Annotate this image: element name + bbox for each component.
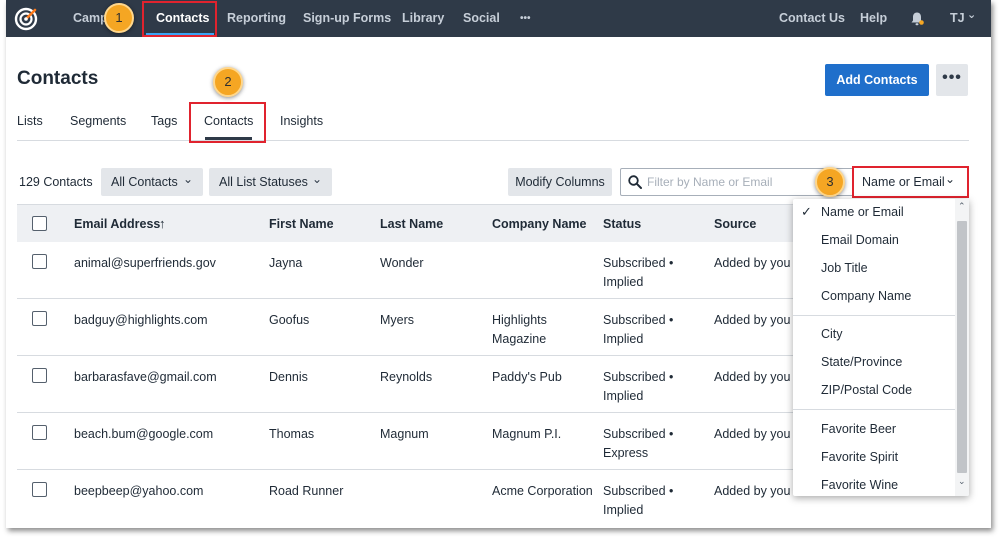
menu-item-zip-postal-code[interactable]: ZIP/Postal Code: [821, 383, 912, 397]
callout-badge-2: 2: [213, 67, 243, 97]
cell-first-name: Thomas: [269, 427, 315, 441]
menu-item-state-province[interactable]: State/Province: [821, 355, 902, 369]
tab-segments[interactable]: Segments: [70, 114, 126, 128]
menu-divider: [793, 409, 955, 410]
nav-item-reporting[interactable]: Reporting: [227, 0, 286, 37]
cell-last-name: Myers: [380, 313, 415, 327]
cell-status: Subscribed • Implied: [603, 484, 674, 517]
scrollbar-thumb[interactable]: [957, 221, 967, 473]
column-header-source[interactable]: Source: [714, 205, 756, 243]
row-checkbox[interactable]: [32, 254, 47, 269]
search-field-menu: ✓ Name or Email Email Domain Job Title C…: [793, 199, 969, 496]
row-checkbox[interactable]: [32, 311, 47, 326]
scroll-up-icon[interactable]: ⌃: [958, 201, 966, 212]
list-status-dropdown[interactable]: All List Statuses ⌄: [209, 168, 332, 196]
contact-count: 129 Contacts: [19, 175, 93, 189]
modify-columns-button[interactable]: Modify Columns: [508, 168, 612, 196]
scroll-down-icon[interactable]: ⌄: [958, 476, 966, 487]
nav-item-signup-forms[interactable]: Sign-up Forms: [303, 0, 391, 37]
menu-item-favorite-spirit[interactable]: Favorite Spirit: [821, 450, 898, 464]
highlight-box-nav-contacts: [142, 1, 217, 37]
highlight-box-tab-contacts: [189, 102, 266, 143]
nav-contact-us[interactable]: Contact Us: [779, 0, 845, 37]
notification-bell-icon[interactable]: [909, 11, 925, 27]
highlight-box-search-field: [852, 166, 969, 198]
cell-email[interactable]: badguy@highlights.com: [74, 311, 208, 330]
cell-email[interactable]: beach.bum@google.com: [74, 425, 213, 444]
chevron-down-icon: ⌄: [182, 172, 193, 186]
search-icon: [628, 175, 642, 189]
nav-item-library[interactable]: Library: [402, 0, 444, 37]
select-all-checkbox[interactable]: [32, 216, 47, 231]
all-contacts-dropdown[interactable]: All Contacts ⌄: [101, 168, 203, 196]
cell-source: Added by you: [714, 370, 791, 384]
cell-source: Added by you: [714, 484, 791, 498]
page-title: Contacts: [17, 68, 99, 89]
user-initials[interactable]: TJ: [950, 0, 965, 37]
cell-email[interactable]: animal@superfriends.gov: [74, 254, 216, 273]
cell-company: Acme Corporation: [492, 484, 593, 498]
cell-status: Subscribed • Express: [603, 427, 674, 460]
app-window: Camp Contacts Reporting Sign-up Forms Li…: [6, 0, 991, 528]
add-contacts-button[interactable]: Add Contacts: [825, 64, 929, 96]
row-checkbox[interactable]: [32, 425, 47, 440]
cell-last-name: Reynolds: [380, 370, 433, 384]
column-header-email[interactable]: Email Address: [74, 205, 160, 243]
user-menu-chevron-icon[interactable]: ⌄: [967, 0, 976, 34]
more-actions-button[interactable]: •••: [936, 64, 968, 96]
callout-badge-1: 1: [104, 3, 134, 33]
cell-first-name: Jayna: [269, 256, 303, 270]
column-header-last-name[interactable]: Last Name: [380, 205, 443, 243]
menu-item-city[interactable]: City: [821, 327, 843, 341]
cell-status: Subscribed • Implied: [603, 313, 674, 346]
tab-insights[interactable]: Insights: [280, 114, 323, 128]
cell-email[interactable]: barbarasfave@gmail.com: [74, 368, 217, 387]
list-status-label: All List Statuses: [219, 175, 308, 189]
all-contacts-label: All Contacts: [111, 175, 178, 189]
menu-item-favorite-beer[interactable]: Favorite Beer: [821, 422, 896, 436]
subtabs-divider: [17, 140, 969, 141]
cell-source: Added by you: [714, 313, 791, 327]
row-checkbox[interactable]: [32, 368, 47, 383]
menu-item-company-name[interactable]: Company Name: [821, 289, 911, 303]
nav-more-icon[interactable]: •••: [520, 0, 531, 37]
cell-source: Added by you: [714, 256, 791, 270]
cell-last-name: Wonder: [380, 256, 424, 270]
cell-status: Subscribed • Implied: [603, 370, 674, 403]
column-header-company[interactable]: Company Name: [492, 205, 586, 243]
tab-tags[interactable]: Tags: [151, 114, 177, 128]
cell-company: Paddy's Pub: [492, 370, 562, 384]
cell-source: Added by you: [714, 427, 791, 441]
menu-item-name-or-email[interactable]: Name or Email: [821, 205, 904, 219]
checkmark-icon: ✓: [801, 204, 812, 219]
nav-help[interactable]: Help: [860, 0, 887, 37]
cell-first-name: Dennis: [269, 370, 308, 384]
callout-badge-3: 3: [815, 167, 845, 197]
menu-item-job-title[interactable]: Job Title: [821, 261, 868, 275]
cell-company: Magnum P.I.: [492, 427, 562, 441]
cell-first-name: Goofus: [269, 313, 310, 327]
column-header-status[interactable]: Status: [603, 205, 641, 243]
sort-ascending-icon[interactable]: ↑: [159, 205, 166, 243]
menu-item-email-domain[interactable]: Email Domain: [821, 233, 899, 247]
brand-logo-icon[interactable]: [14, 7, 38, 31]
menu-scrollbar[interactable]: ⌃ ⌄: [955, 199, 969, 496]
cell-first-name: Road Runner: [269, 484, 344, 498]
nav-item-social[interactable]: Social: [463, 0, 500, 37]
nav-item-campaigns[interactable]: Camp: [73, 0, 108, 37]
menu-item-favorite-wine[interactable]: Favorite Wine: [821, 478, 898, 492]
cell-email[interactable]: beepbeep@yahoo.com: [74, 482, 203, 501]
column-header-first-name[interactable]: First Name: [269, 205, 334, 243]
row-checkbox[interactable]: [32, 482, 47, 497]
cell-company: Highlights Magazine: [492, 313, 547, 346]
cell-last-name: Magnum: [380, 427, 429, 441]
menu-divider: [793, 315, 955, 316]
chevron-down-icon: ⌄: [311, 172, 322, 186]
cell-status: Subscribed • Implied: [603, 256, 674, 289]
tab-lists[interactable]: Lists: [17, 114, 43, 128]
